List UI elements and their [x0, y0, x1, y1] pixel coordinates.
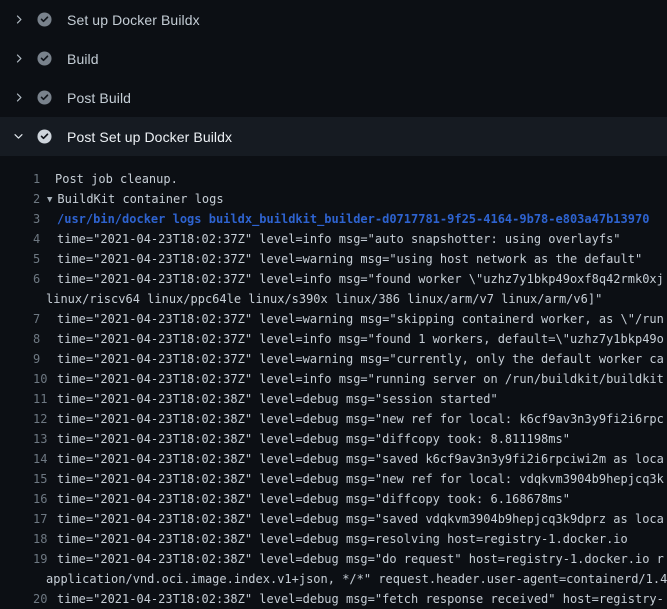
log-line: 2 ▼ BuildKit container logs: [0, 189, 667, 209]
log-text: linux/riscv64 linux/ppc64le linux/s390x …: [0, 292, 602, 306]
log-line: 11time="2021-04-23T18:02:38Z" level=debu…: [0, 389, 667, 409]
log-text: time="2021-04-23T18:02:38Z" level=debug …: [0, 432, 570, 446]
log-line: 4time="2021-04-23T18:02:37Z" level=info …: [0, 229, 667, 249]
line-number[interactable]: 3: [33, 209, 40, 229]
log-command-text: /usr/bin/docker logs buildx_buildkit_bui…: [0, 212, 649, 226]
line-number[interactable]: 7: [33, 309, 40, 329]
log-line: 8time="2021-04-23T18:02:37Z" level=info …: [0, 329, 667, 349]
line-number[interactable]: 16: [33, 489, 47, 509]
log-line: application/vnd.oci.image.index.v1+json,…: [0, 569, 667, 589]
log-line: 16time="2021-04-23T18:02:38Z" level=debu…: [0, 489, 667, 509]
log-text: time="2021-04-23T18:02:37Z" level=warnin…: [0, 352, 664, 366]
log-text: time="2021-04-23T18:02:38Z" level=debug …: [0, 492, 570, 506]
log-line: 7time="2021-04-23T18:02:37Z" level=warni…: [0, 309, 667, 329]
line-number[interactable]: 18: [33, 529, 47, 549]
log-text: time="2021-04-23T18:02:38Z" level=debug …: [0, 412, 664, 426]
line-number[interactable]: 19: [33, 549, 47, 569]
chevron-right-icon: [11, 13, 25, 27]
log-line: 17time="2021-04-23T18:02:38Z" level=debu…: [0, 509, 667, 529]
line-number[interactable]: 11: [33, 389, 47, 409]
log-line: 20time="2021-04-23T18:02:38Z" level=debu…: [0, 589, 667, 609]
line-number[interactable]: 8: [33, 329, 40, 349]
log-viewer: 1Post job cleanup.2▼BuildKit container l…: [0, 156, 667, 609]
line-number[interactable]: 17: [33, 509, 47, 529]
check-circle-icon: [37, 51, 52, 66]
log-line: 14time="2021-04-23T18:02:38Z" level=debu…: [0, 449, 667, 469]
triangle-down-icon: ▼: [47, 190, 52, 210]
log-line: 15time="2021-04-23T18:02:38Z" level=debu…: [0, 469, 667, 489]
line-number[interactable]: 4: [33, 229, 40, 249]
log-line: 6time="2021-04-23T18:02:37Z" level=info …: [0, 269, 667, 289]
log-line: 10time="2021-04-23T18:02:37Z" level=info…: [0, 369, 667, 389]
line-number[interactable]: 5: [33, 249, 40, 269]
log-text: time="2021-04-23T18:02:37Z" level=warnin…: [0, 252, 642, 266]
step-row-set-up-docker-buildx[interactable]: Set up Docker Buildx: [0, 0, 667, 39]
check-circle-icon: [37, 90, 52, 105]
chevron-down-icon: [11, 130, 25, 144]
log-line: linux/riscv64 linux/ppc64le linux/s390x …: [0, 289, 667, 309]
workflow-steps-list: Set up Docker Buildx Build Post Build Post …: [0, 0, 667, 156]
log-line: 12time="2021-04-23T18:02:38Z" level=debu…: [0, 409, 667, 429]
line-number[interactable]: 1: [33, 169, 40, 189]
log-text: time="2021-04-23T18:02:38Z" level=debug …: [0, 472, 664, 486]
log-line: 3/usr/bin/docker logs buildx_buildkit_bu…: [0, 209, 667, 229]
step-label: Post Build: [67, 90, 131, 106]
log-line: 5time="2021-04-23T18:02:37Z" level=warni…: [0, 249, 667, 269]
log-line: 19time="2021-04-23T18:02:38Z" level=debu…: [0, 549, 667, 569]
log-text: time="2021-04-23T18:02:38Z" level=debug …: [0, 532, 628, 546]
line-number[interactable]: 14: [33, 449, 47, 469]
log-text: application/vnd.oci.image.index.v1+json,…: [0, 572, 667, 586]
log-text: time="2021-04-23T18:02:37Z" level=info m…: [0, 232, 621, 246]
chevron-right-icon: [11, 91, 25, 105]
step-label: Set up Docker Buildx: [67, 12, 200, 28]
log-text: time="2021-04-23T18:02:37Z" level=info m…: [0, 332, 664, 346]
step-row-build[interactable]: Build: [0, 39, 667, 78]
chevron-right-icon: [11, 52, 25, 66]
log-text: time="2021-04-23T18:02:37Z" level=info m…: [0, 272, 664, 286]
log-line: 1Post job cleanup.: [0, 169, 667, 189]
line-number[interactable]: 2: [33, 189, 40, 209]
step-label: Post Set up Docker Buildx: [67, 129, 232, 145]
line-number[interactable]: 12: [33, 409, 47, 429]
check-circle-icon: [37, 129, 52, 144]
log-text: time="2021-04-23T18:02:38Z" level=debug …: [0, 392, 498, 406]
log-text: time="2021-04-23T18:02:37Z" level=warnin…: [0, 312, 664, 326]
log-group-title: BuildKit container logs: [57, 192, 223, 206]
log-line: 9time="2021-04-23T18:02:37Z" level=warni…: [0, 349, 667, 369]
log-text: time="2021-04-23T18:02:38Z" level=debug …: [0, 552, 664, 566]
line-number[interactable]: 20: [33, 589, 47, 609]
log-text: Post job cleanup.: [0, 172, 178, 186]
line-number[interactable]: 6: [33, 269, 40, 289]
line-number[interactable]: 10: [33, 369, 47, 389]
log-text: time="2021-04-23T18:02:38Z" level=debug …: [0, 512, 664, 526]
log-text: time="2021-04-23T18:02:38Z" level=debug …: [0, 592, 664, 606]
log-text: time="2021-04-23T18:02:38Z" level=debug …: [0, 452, 664, 466]
step-row-post-set-up-docker-buildx[interactable]: Post Set up Docker Buildx: [0, 117, 667, 156]
line-number[interactable]: 9: [33, 349, 40, 369]
line-number[interactable]: 13: [33, 429, 47, 449]
log-text: time="2021-04-23T18:02:37Z" level=info m…: [0, 372, 664, 386]
check-circle-icon: [37, 12, 52, 27]
line-number[interactable]: 15: [33, 469, 47, 489]
log-line: 18time="2021-04-23T18:02:38Z" level=debu…: [0, 529, 667, 549]
log-line: 13time="2021-04-23T18:02:38Z" level=debu…: [0, 429, 667, 449]
step-row-post-build[interactable]: Post Build: [0, 78, 667, 117]
step-label: Build: [67, 51, 99, 67]
